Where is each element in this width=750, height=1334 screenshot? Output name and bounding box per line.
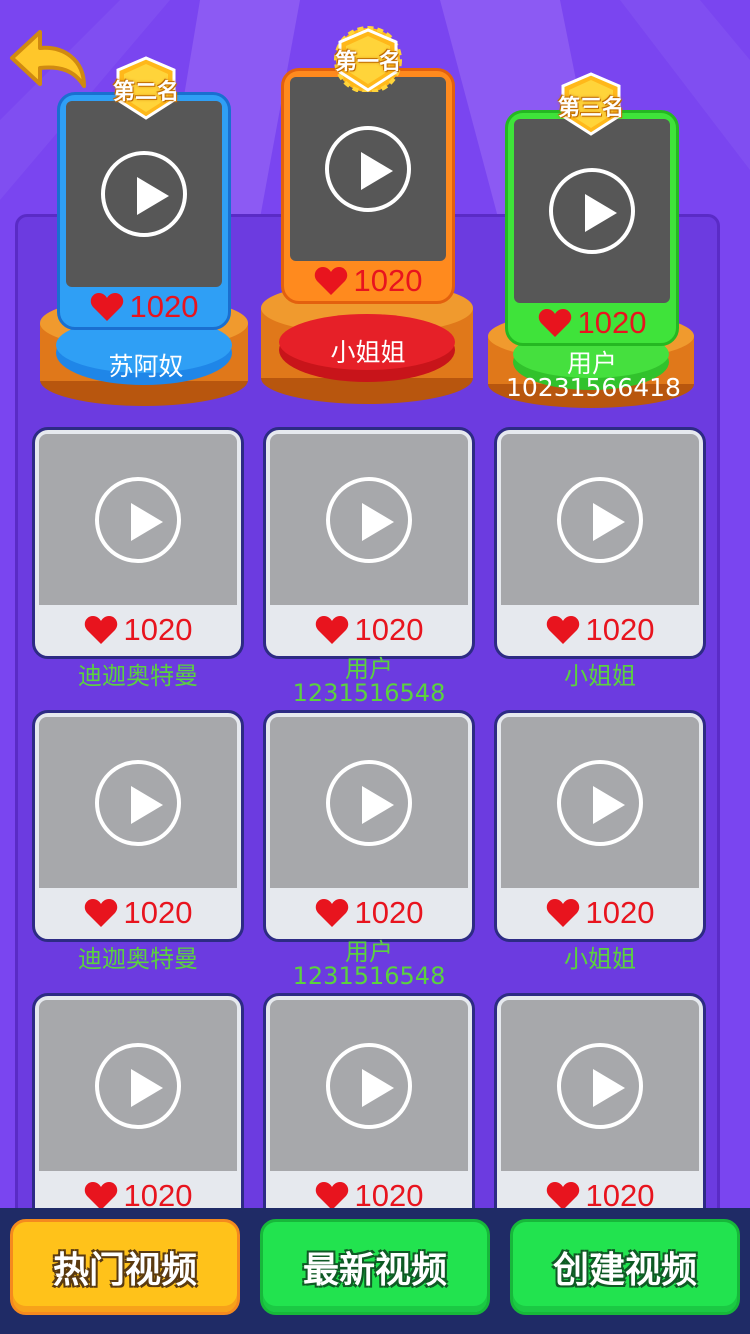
- like-count-value: 1020: [123, 895, 193, 930]
- play-icon[interactable]: [95, 759, 181, 846]
- video-thumbnail: [501, 434, 699, 605]
- rank-label-second: 第二名: [112, 80, 179, 105]
- back-arrow-icon: [10, 30, 86, 88]
- video-card[interactable]: 1020: [494, 993, 706, 1225]
- heart-icon: [90, 293, 123, 321]
- heart-icon: [314, 267, 347, 295]
- video-author-name: 用户 1231516548: [292, 655, 446, 707]
- like-count-value: 1020: [585, 895, 655, 930]
- video-author-name: 迪迦奥特曼: [78, 662, 198, 690]
- video-thumbnail: [501, 1000, 699, 1171]
- like-count-value: 1020: [354, 612, 424, 647]
- rank-badge-second: 第二名: [104, 56, 188, 122]
- heart-icon: [546, 1182, 579, 1210]
- play-icon[interactable]: [557, 476, 643, 563]
- rank-label-third: 第三名: [557, 96, 624, 121]
- play-icon[interactable]: [326, 759, 412, 846]
- like-count: 1020: [35, 608, 241, 652]
- video-card[interactable]: 1020: [32, 427, 244, 659]
- heart-icon: [315, 1182, 348, 1210]
- heart-icon: [315, 899, 348, 927]
- like-count: 1020: [497, 608, 703, 652]
- tab-hot-videos[interactable]: 热门视频: [10, 1219, 240, 1315]
- video-card[interactable]: 1020: [263, 993, 475, 1225]
- like-count-value: 1020: [354, 895, 424, 930]
- back-button[interactable]: [6, 24, 88, 94]
- podium-likes-first: 1020: [353, 263, 423, 298]
- like-count: 1020: [266, 608, 472, 652]
- podium-likes-second: 1020: [129, 289, 199, 324]
- video-card[interactable]: 1020: [32, 993, 244, 1225]
- video-author-name: 迪迦奥特曼: [78, 945, 198, 973]
- video-author-name: 小姐姐: [564, 945, 636, 973]
- video-author-name: 小姐姐: [564, 662, 636, 690]
- video-card[interactable]: 1020: [263, 710, 475, 942]
- video-author-name: 用户 1231516548: [292, 938, 446, 990]
- tab-create-video[interactable]: 创建视频: [510, 1219, 740, 1315]
- heart-icon: [546, 616, 579, 644]
- heart-icon: [546, 899, 579, 927]
- play-icon[interactable]: [326, 476, 412, 563]
- podium-likes-third: 1020: [577, 305, 647, 340]
- play-icon[interactable]: [557, 759, 643, 846]
- podium-name-second: 苏阿奴: [108, 352, 184, 381]
- video-card[interactable]: 1020: [263, 427, 475, 659]
- tab-latest-videos[interactable]: 最新视频: [260, 1219, 490, 1315]
- heart-icon: [84, 899, 117, 927]
- heart-icon: [84, 1182, 117, 1210]
- play-icon[interactable]: [549, 168, 635, 254]
- video-thumbnail: [270, 717, 468, 888]
- video-card[interactable]: 1020: [32, 710, 244, 942]
- play-icon[interactable]: [557, 1042, 643, 1129]
- video-thumbnail: [39, 434, 237, 605]
- rank-label-first: 第一名: [334, 50, 401, 75]
- podium-name-first: 小姐姐: [330, 338, 406, 367]
- rank-badge-third: 第三名: [549, 72, 633, 138]
- play-icon[interactable]: [326, 1042, 412, 1129]
- video-thumbnail: [501, 717, 699, 888]
- podium-card-second[interactable]: 1020: [57, 92, 231, 330]
- video-thumbnail: [39, 1000, 237, 1171]
- like-count: 1020: [35, 891, 241, 935]
- video-card[interactable]: 1020: [494, 710, 706, 942]
- like-count: 1020: [266, 891, 472, 935]
- play-icon[interactable]: [95, 476, 181, 563]
- heart-icon: [538, 309, 571, 337]
- podium-card-third[interactable]: 1020: [505, 110, 679, 346]
- podium-card-first[interactable]: 1020: [281, 68, 455, 304]
- like-count-value: 1020: [123, 612, 193, 647]
- video-thumbnail: [270, 1000, 468, 1171]
- heart-icon: [84, 616, 117, 644]
- heart-icon: [315, 616, 348, 644]
- play-icon[interactable]: [325, 126, 411, 212]
- like-count: 1020: [497, 891, 703, 935]
- video-thumbnail: [39, 717, 237, 888]
- play-icon[interactable]: [101, 151, 187, 237]
- play-icon[interactable]: [95, 1042, 181, 1129]
- video-card[interactable]: 1020: [494, 427, 706, 659]
- video-thumbnail: [270, 434, 468, 605]
- like-count-value: 1020: [585, 612, 655, 647]
- rank-badge-first: 第一名: [326, 26, 410, 94]
- podium-name-third: 用户 10231566418: [506, 349, 681, 402]
